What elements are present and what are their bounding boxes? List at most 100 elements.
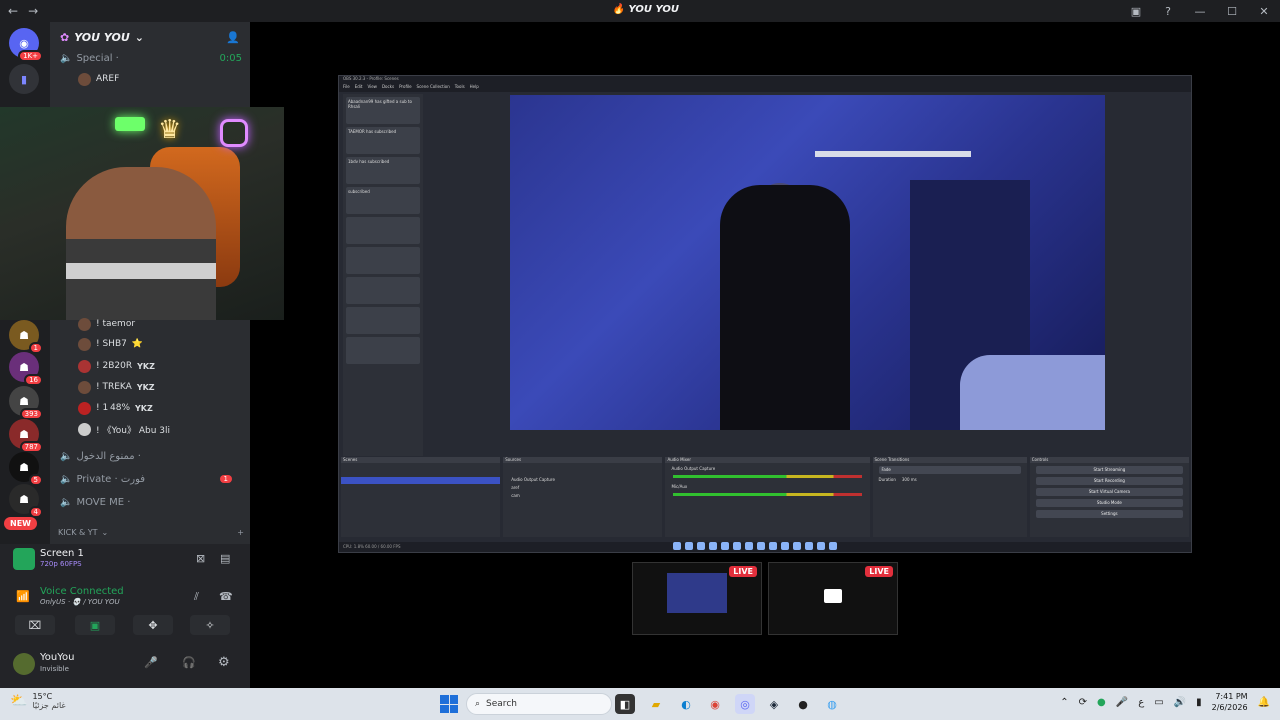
voice-channel-special[interactable]: 🔈 Special · 0:05 xyxy=(60,48,260,68)
obs-menu: File Edit View Docks Profile Scene Collection… xyxy=(339,84,1191,92)
app-icon[interactable]: ◍ xyxy=(822,694,842,714)
weather-widget[interactable]: ⛅ 15°C غائم جزئيًا xyxy=(10,692,66,710)
discord-home-icon[interactable]: ◉ 1K+ xyxy=(9,28,43,62)
taskbar-search[interactable]: ⌕ Search xyxy=(466,693,612,715)
add-member-icon[interactable]: 👤 xyxy=(226,31,240,44)
server-icon[interactable]: ☗ 787 xyxy=(9,419,43,453)
help-icon[interactable]: ? xyxy=(1152,5,1184,18)
status-icon[interactable]: ● xyxy=(1097,697,1106,708)
settings-button[interactable]: Settings xyxy=(1035,510,1183,518)
soundboard-button[interactable]: ✧ xyxy=(190,615,230,635)
stream-settings-icon[interactable]: ▤ xyxy=(220,552,230,565)
source-item[interactable]: Audio Output Capture xyxy=(511,477,654,482)
avatar xyxy=(78,422,91,436)
microphone-icon[interactable]: 🎤 xyxy=(144,656,158,669)
start-streaming-button[interactable]: Start Streaming xyxy=(1035,466,1183,474)
language-icon[interactable]: ع xyxy=(1138,697,1144,708)
start-button[interactable] xyxy=(440,695,458,713)
stream-name: Screen 1 xyxy=(40,548,84,559)
server-icon[interactable]: ☗ 4 xyxy=(9,484,43,518)
stream-thumbnail[interactable]: LIVE xyxy=(768,562,898,635)
avatar[interactable] xyxy=(13,653,35,675)
steam-icon[interactable]: ◈ xyxy=(764,694,784,714)
activities-button[interactable]: ✥ xyxy=(133,615,173,635)
avatar xyxy=(78,401,91,415)
stream-quality: 720p 60FPS xyxy=(40,560,82,568)
voice-channel[interactable]: 🔈 Private · فورت 1 xyxy=(60,469,260,489)
scene-item[interactable] xyxy=(341,477,501,484)
server-icon: 🔥 xyxy=(612,4,625,15)
server-icon[interactable]: ☗ 1 xyxy=(9,320,43,354)
voice-user[interactable]: ! 1 48% YKZ xyxy=(78,398,153,418)
close-icon[interactable]: ✕ xyxy=(1248,5,1280,18)
voice-user[interactable]: ! taemor xyxy=(78,314,135,334)
voice-channel[interactable]: 🔈 ممنوع الدخول · xyxy=(60,446,260,466)
inbox-icon[interactable]: ▣ xyxy=(1120,5,1152,18)
noise-suppression-icon[interactable]: ⫽ xyxy=(194,590,199,604)
duration-field[interactable]: 300 ms xyxy=(902,477,917,482)
alert-item xyxy=(346,307,420,334)
obs-window[interactable]: OBS 30.2.3 - Profile: Scenes File Edit Vie… xyxy=(338,75,1192,553)
avatar xyxy=(78,317,91,331)
start-recording-button[interactable]: Start Recording xyxy=(1035,477,1183,485)
transition-select[interactable]: Fade xyxy=(878,466,1021,474)
clock[interactable]: 7:41 PM 2/6/2026 xyxy=(1212,691,1248,713)
stream-thumbnail[interactable]: LIVE xyxy=(632,562,762,635)
voice-channel[interactable]: 🔈 MOVE ME · xyxy=(60,492,260,512)
alert-item xyxy=(346,337,420,364)
audio-meter xyxy=(673,475,862,478)
sync-icon[interactable]: ⟳ xyxy=(1079,697,1087,708)
chevron-up-icon[interactable]: ⌃ xyxy=(1060,697,1068,708)
stop-stream-icon[interactable]: ⊠ xyxy=(196,552,205,565)
chrome-icon[interactable]: ◉ xyxy=(705,694,725,714)
add-channel-icon[interactable]: + xyxy=(237,528,244,537)
alert-item xyxy=(346,277,420,304)
server-logo-icon: ✿ xyxy=(60,30,70,44)
voice-user[interactable]: ! 2B20R YKZ xyxy=(78,356,155,376)
gear-icon[interactable]: ⚙ xyxy=(218,655,230,670)
source-item[interactable]: aref xyxy=(511,485,654,490)
channel-timer: 0:05 xyxy=(219,52,242,64)
camera-off-button[interactable]: ⌧ xyxy=(15,615,55,635)
virtual-camera-button[interactable]: Start Virtual Camera xyxy=(1035,488,1183,496)
battery-icon[interactable]: ▮ xyxy=(1196,697,1202,708)
voice-location: OnlyUS · 💀 / YOU YOU xyxy=(40,598,120,606)
folder-icon[interactable]: ▮ xyxy=(9,64,39,94)
voice-user[interactable]: ! TREKA YKZ xyxy=(78,377,155,397)
forward-icon[interactable]: → xyxy=(28,4,38,18)
studio-mode-button[interactable]: Studio Mode xyxy=(1035,499,1183,507)
headphones-icon[interactable]: 🎧 xyxy=(182,656,196,669)
voice-user[interactable]: AREF xyxy=(78,69,119,89)
obs-preview[interactable] xyxy=(510,95,1105,430)
server-icon[interactable]: ☗ 5 xyxy=(9,452,43,486)
server-icon[interactable]: ☗ 16 xyxy=(9,352,43,386)
screen-share-button[interactable]: ▣ xyxy=(75,615,115,635)
back-icon[interactable]: ← xyxy=(8,4,18,18)
voice-user[interactable]: ! SHB7 ⭐ xyxy=(78,334,143,354)
volume-icon[interactable]: 🔊 xyxy=(1174,697,1186,708)
voice-user[interactable]: ! 《You》 Abu 3li xyxy=(78,419,170,439)
notification-icon[interactable]: 🔔 xyxy=(1258,697,1270,708)
alert-item: subscribed xyxy=(346,187,420,214)
server-icon[interactable]: ☗ 393 xyxy=(9,386,43,420)
maximize-icon[interactable]: ☐ xyxy=(1216,5,1248,18)
webcam-stream-video[interactable]: ♛ xyxy=(0,107,284,320)
thumbnail-preview xyxy=(667,573,727,613)
speaker-icon: 🔈 xyxy=(60,473,73,485)
title-bar: ← → 🔥 YOU YOU ▣ ? — ☐ ✕ xyxy=(0,0,1280,22)
network-icon[interactable]: ▭ xyxy=(1154,697,1163,708)
microphone-icon[interactable]: 🎤 xyxy=(1116,697,1128,708)
edge-icon[interactable]: ◐ xyxy=(676,694,696,714)
unread-badge: 1 xyxy=(219,475,232,483)
minimize-icon[interactable]: — xyxy=(1184,5,1216,18)
obs-icon[interactable]: ● xyxy=(793,694,813,714)
task-view-icon[interactable]: ◧ xyxy=(615,694,635,714)
category-header[interactable]: KICK & YT ⌄ + xyxy=(58,522,258,542)
user-status: Invisible xyxy=(40,665,69,673)
discord-icon[interactable]: ◎ xyxy=(735,694,755,714)
source-item[interactable]: cam xyxy=(511,493,654,498)
disconnect-icon[interactable]: ☎ xyxy=(219,590,233,603)
sources-dock: Sources Audio Output Capture aref cam xyxy=(503,457,663,537)
search-icon: ⌕ xyxy=(475,699,481,709)
file-explorer-icon[interactable]: ▰ xyxy=(646,694,666,714)
